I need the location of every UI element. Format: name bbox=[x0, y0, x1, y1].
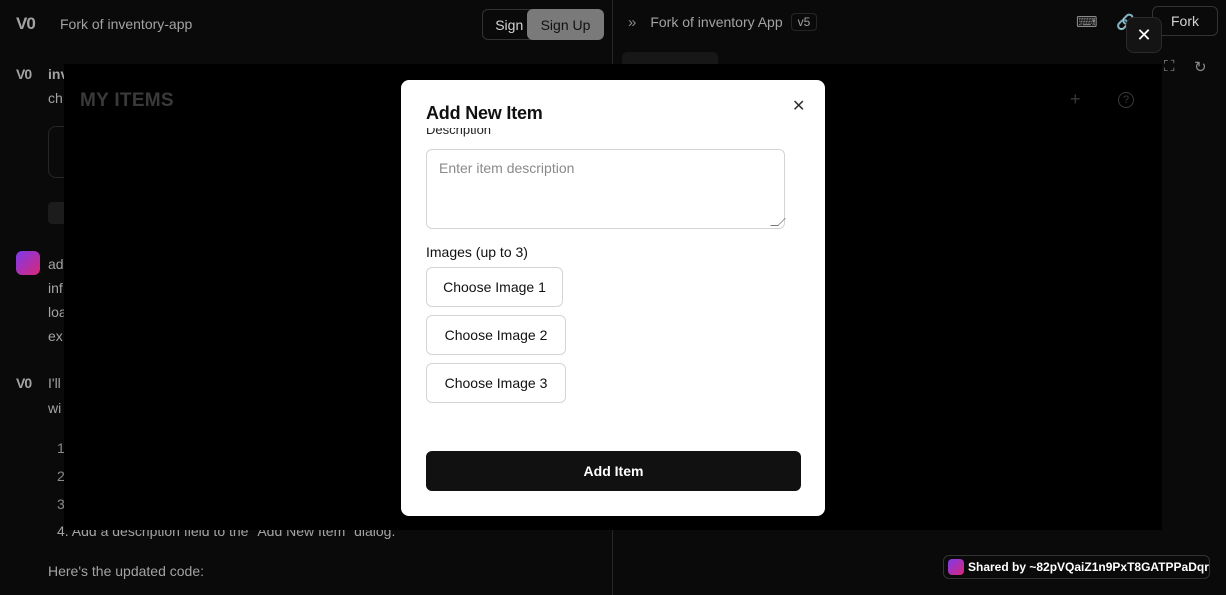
user-avatar bbox=[16, 251, 40, 275]
description-textarea[interactable]: Enter item description bbox=[426, 149, 786, 229]
project-title[interactable]: Fork of inventory-app bbox=[60, 16, 192, 32]
close-icon: ✕ bbox=[1136, 24, 1152, 45]
refresh-icon[interactable]: ↻ bbox=[1194, 58, 1207, 76]
help-icon: ? bbox=[1118, 92, 1134, 108]
app-root: V0 Fork of inventory-app Sign In Sign Up… bbox=[0, 0, 1226, 595]
terminal-icon[interactable]: ⌨ bbox=[1076, 13, 1098, 31]
assistant-logo-icon: V0 bbox=[16, 375, 32, 391]
v0-logo[interactable]: V0 bbox=[16, 14, 60, 34]
avatar bbox=[948, 559, 964, 575]
choose-image-2-button[interactable]: Choose Image 2 bbox=[426, 315, 566, 355]
preview-title: Fork of inventory App bbox=[650, 14, 783, 30]
assistant-logo-icon: V0 bbox=[16, 66, 32, 82]
chat-text: I'll bbox=[48, 375, 61, 391]
plus-icon: + bbox=[1070, 89, 1081, 109]
resize-handle-icon[interactable] bbox=[770, 218, 786, 226]
double-chevron-icon[interactable]: » bbox=[628, 14, 636, 31]
dialog-title: Add New Item bbox=[426, 103, 543, 123]
chat-text: ex bbox=[48, 328, 63, 344]
add-item-dialog: Add New Item ✕ Description Enter item de… bbox=[401, 80, 825, 516]
add-item-button[interactable]: Add Item bbox=[426, 451, 801, 491]
page-heading: MY ITEMS bbox=[80, 90, 174, 111]
fork-label: Fork bbox=[1171, 13, 1199, 29]
choose-image-1-button[interactable]: Choose Image 1 bbox=[426, 267, 563, 307]
description-placeholder: Enter item description bbox=[439, 160, 575, 176]
chat-text: Here's the updated code: bbox=[48, 563, 205, 579]
sign-up-button[interactable]: Sign Up bbox=[527, 9, 604, 40]
close-icon[interactable]: ✕ bbox=[792, 96, 805, 116]
chat-text: ad bbox=[48, 256, 64, 272]
fullscreen-icon[interactable]: ⛶ bbox=[1164, 58, 1175, 75]
images-label: Images (up to 3) bbox=[426, 244, 528, 260]
version-select[interactable]: v5 bbox=[790, 13, 818, 31]
shared-by-badge[interactable]: Shared by ~82pVQaiZ1n9PxT8GATPPaDqr bbox=[943, 555, 1210, 579]
chat-text: wi bbox=[48, 400, 62, 416]
chat-text: ch bbox=[48, 90, 63, 106]
choose-image-3-button[interactable]: Choose Image 3 bbox=[426, 363, 566, 403]
description-label: Description bbox=[426, 128, 492, 137]
close-preview-button[interactable]: ✕ bbox=[1126, 17, 1162, 53]
shared-by-label: Shared by ~82pVQaiZ1n9PxT8GATPPaDqr bbox=[968, 560, 1209, 574]
chat-text: inf bbox=[48, 280, 63, 296]
